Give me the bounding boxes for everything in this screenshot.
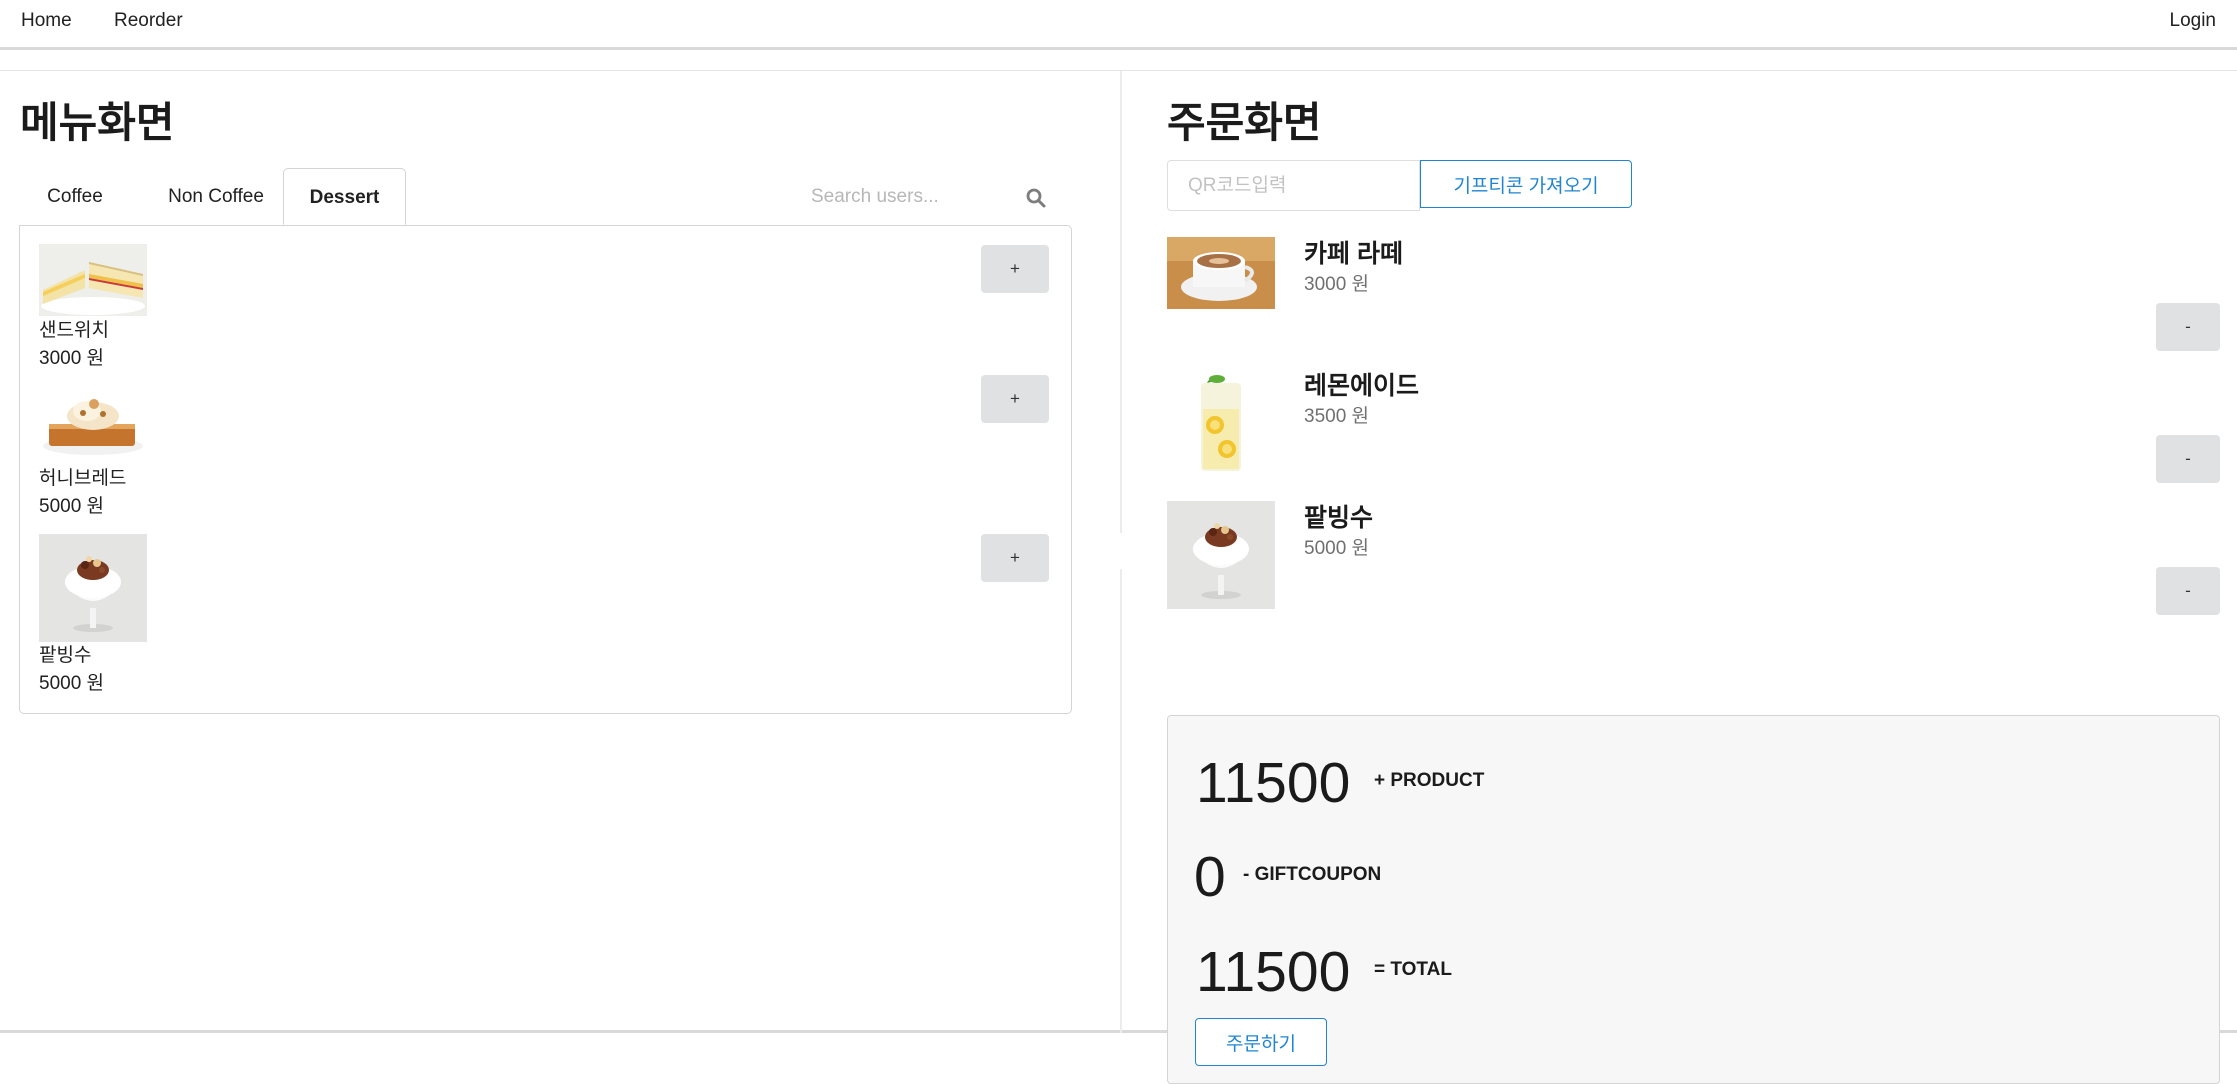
order-summary-panel: 11500 + PRODUCT 0 - GIFTCOUPON 11500 = T… bbox=[1167, 715, 2220, 1084]
remove-patbingsu-button[interactable]: - bbox=[2156, 567, 2220, 615]
cafe-latte-image bbox=[1167, 237, 1275, 309]
product-total-value: 11500 bbox=[1196, 751, 1351, 815]
order-page-title: 주문화면 bbox=[1167, 99, 1322, 146]
order-item-price: 3000 원 bbox=[1304, 274, 1370, 295]
menu-tabs: Coffee Non Coffee Dessert bbox=[19, 168, 1072, 225]
nav-reorder-link[interactable]: Reorder bbox=[114, 10, 183, 32]
order-item-name: 카페 라떼 bbox=[1304, 240, 1403, 268]
lemonade-image bbox=[1167, 369, 1275, 477]
menu-item-price: 5000 원 bbox=[39, 496, 105, 517]
menu-page-title: 메뉴화면 bbox=[20, 99, 175, 146]
qr-code-input[interactable] bbox=[1167, 160, 1420, 211]
order-item-price: 5000 원 bbox=[1304, 538, 1370, 559]
remove-lemonade-button[interactable]: - bbox=[2156, 435, 2220, 483]
nav-home-link[interactable]: Home bbox=[21, 10, 72, 32]
giftcoupon-value: 0 bbox=[1194, 845, 1226, 909]
patbingsu-image bbox=[39, 534, 147, 642]
order-item-cafe-latte: 카페 라떼 3000 원 - bbox=[1167, 237, 2220, 357]
place-order-button[interactable]: 주문하기 bbox=[1195, 1018, 1327, 1066]
order-item-lemonade: 레몬에이드 3500 원 - bbox=[1167, 369, 2220, 489]
menu-panel: 샌드위치 3000 원 + 허니브레드 5000 원 + 팥빙수 5000 원 … bbox=[19, 225, 1072, 714]
tab-coffee[interactable]: Coffee bbox=[19, 168, 131, 225]
grand-total-value: 11500 bbox=[1196, 940, 1351, 1004]
nav-login-link[interactable]: Login bbox=[2170, 10, 2217, 32]
menu-item-honey-bread: 허니브레드 5000 원 + bbox=[39, 374, 1049, 534]
order-item-name: 팥빙수 bbox=[1304, 504, 1374, 532]
sandwich-image bbox=[39, 244, 147, 316]
tab-non-coffee[interactable]: Non Coffee bbox=[140, 168, 292, 225]
main-container: 메뉴화면 Coffee Non Coffee Dessert Search us… bbox=[0, 70, 2237, 1084]
menu-item-name: 샌드위치 bbox=[39, 320, 109, 341]
giftcoupon-label: - GIFTCOUPON bbox=[1243, 864, 1382, 885]
menu-item-sandwich: 샌드위치 3000 원 + bbox=[39, 244, 1049, 374]
patbingsu-image bbox=[1167, 501, 1275, 609]
menu-item-name: 허니브레드 bbox=[39, 468, 127, 489]
grand-total-label: = TOTAL bbox=[1374, 959, 1452, 980]
product-total-label: + PRODUCT bbox=[1374, 770, 1485, 791]
fetch-gifticon-button[interactable]: 기프티콘 가져오기 bbox=[1420, 160, 1632, 208]
honey-bread-image bbox=[39, 386, 147, 458]
search-icon[interactable] bbox=[1026, 188, 1046, 208]
menu-item-patbingsu: 팥빙수 5000 원 + bbox=[39, 534, 1049, 699]
remove-cafe-latte-button[interactable]: - bbox=[2156, 303, 2220, 351]
tab-dessert[interactable]: Dessert bbox=[283, 168, 406, 225]
menu-item-price: 3000 원 bbox=[39, 348, 105, 369]
add-sandwich-button[interactable]: + bbox=[981, 245, 1049, 293]
menu-item-name: 팥빙수 bbox=[39, 645, 92, 666]
top-navbar: Home Reorder Login bbox=[0, 0, 2237, 50]
add-patbingsu-button[interactable]: + bbox=[981, 534, 1049, 582]
menu-item-price: 5000 원 bbox=[39, 673, 105, 694]
order-item-price: 3500 원 bbox=[1304, 406, 1370, 427]
order-item-patbingsu: 팥빙수 5000 원 - bbox=[1167, 501, 2220, 621]
search-box bbox=[789, 177, 1072, 217]
order-item-name: 레몬에이드 bbox=[1304, 372, 1420, 400]
add-honey-bread-button[interactable]: + bbox=[981, 375, 1049, 423]
